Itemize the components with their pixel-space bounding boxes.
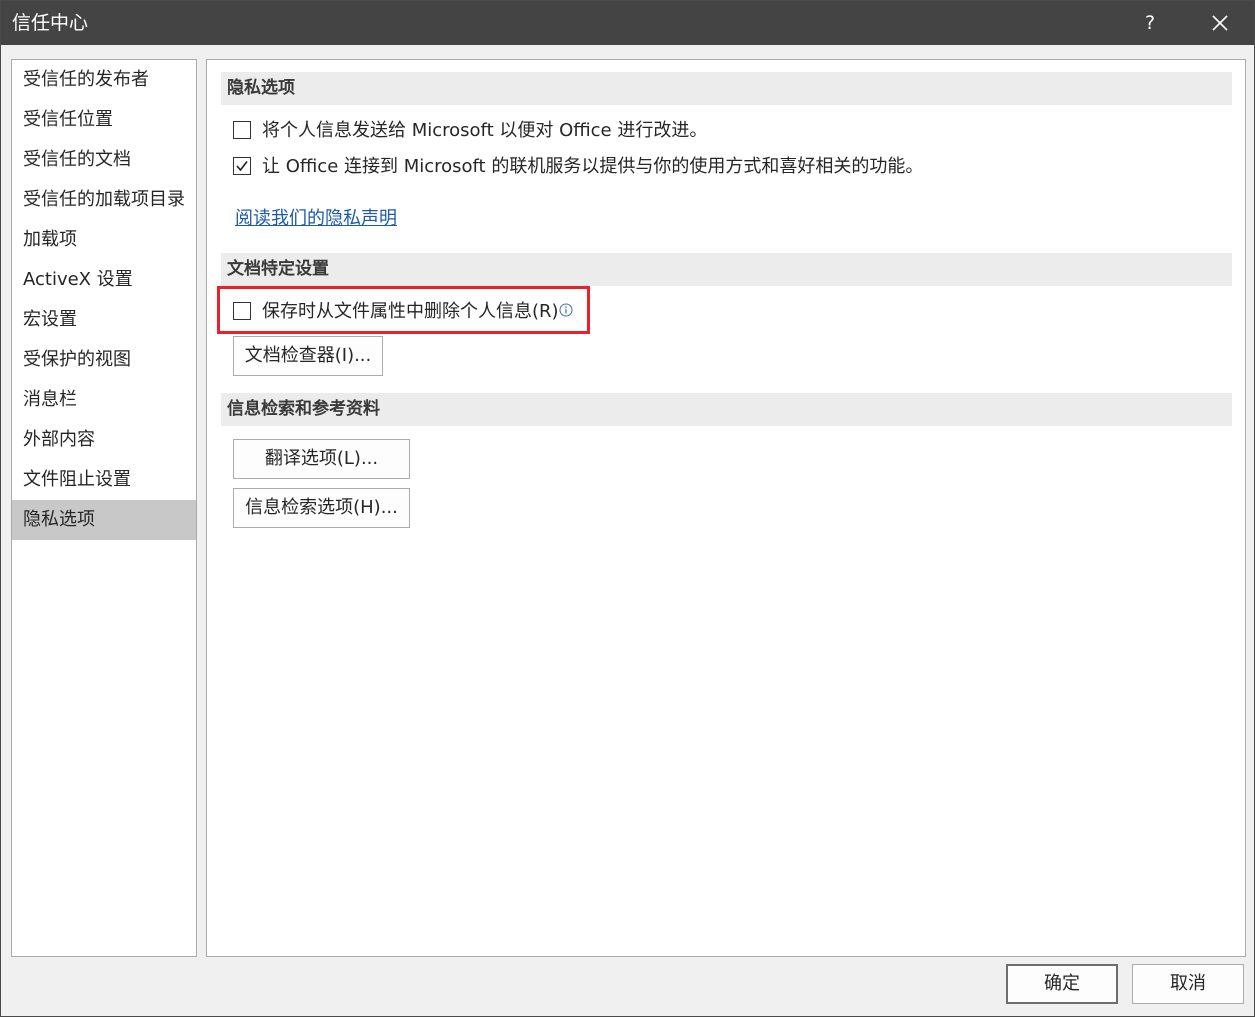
nav-item-trusted-addin-catalogs[interactable]: 受信任的加载项目录	[12, 180, 196, 220]
settings-panel: 隐私选项 将个人信息发送给 Microsoft 以便对 Office 进行改进。…	[206, 59, 1246, 957]
close-button[interactable]	[1204, 7, 1236, 39]
nav-item-file-block-settings[interactable]: 文件阻止设置	[12, 460, 196, 500]
send-info-label[interactable]: 将个人信息发送给 Microsoft 以便对 Office 进行改进。	[262, 118, 707, 144]
section-header-research: 信息检索和参考资料	[221, 393, 1232, 426]
window-title: 信任中心	[12, 12, 89, 34]
connected-services-checkbox[interactable]	[233, 157, 251, 175]
nav-item-trusted-locations[interactable]: 受信任位置	[12, 100, 196, 140]
remove-personal-info-label[interactable]: 保存时从文件属性中删除个人信息(R)	[262, 299, 559, 325]
close-icon	[1212, 15, 1228, 31]
connected-services-label[interactable]: 让 Office 连接到 Microsoft 的联机服务以提供与你的使用方式和喜…	[262, 154, 923, 180]
nav-item-activex-settings[interactable]: ActiveX 设置	[12, 260, 196, 300]
info-icon[interactable]	[559, 301, 573, 317]
send-info-checkbox[interactable]	[233, 121, 251, 139]
nav-item-trusted-documents[interactable]: 受信任的文档	[12, 140, 196, 180]
nav-item-addins[interactable]: 加载项	[12, 220, 196, 260]
nav-item-external-content[interactable]: 外部内容	[12, 420, 196, 460]
cancel-button[interactable]: 取消	[1132, 964, 1244, 1004]
ok-button[interactable]: 确定	[1006, 964, 1118, 1004]
nav-item-macro-settings[interactable]: 宏设置	[12, 300, 196, 340]
trust-center-dialog: 信任中心 ? 受信任的发布者 受信任位置 受信任的文档 受信任的加载项目录 加载…	[0, 0, 1255, 1017]
remove-personal-info-checkbox[interactable]	[233, 302, 251, 320]
section-header-privacy: 隐私选项	[221, 72, 1232, 105]
nav-item-privacy-options[interactable]: 隐私选项	[12, 500, 196, 540]
title-bar: 信任中心 ?	[1, 1, 1254, 45]
nav-item-protected-view[interactable]: 受保护的视图	[12, 340, 196, 380]
translation-options-button[interactable]: 翻译选项(L)...	[233, 439, 410, 479]
help-button[interactable]: ?	[1138, 9, 1162, 37]
research-options-button[interactable]: 信息检索选项(H)...	[233, 488, 410, 528]
checkmark-icon	[236, 161, 248, 172]
nav-item-trusted-publishers[interactable]: 受信任的发布者	[12, 60, 196, 100]
category-nav: 受信任的发布者 受信任位置 受信任的文档 受信任的加载项目录 加载项 Activ…	[11, 59, 197, 957]
nav-item-message-bar[interactable]: 消息栏	[12, 380, 196, 420]
privacy-statement-link[interactable]: 阅读我们的隐私声明	[235, 207, 397, 231]
section-header-document-settings: 文档特定设置	[221, 253, 1232, 286]
document-inspector-button[interactable]: 文档检查器(I)...	[233, 336, 383, 376]
